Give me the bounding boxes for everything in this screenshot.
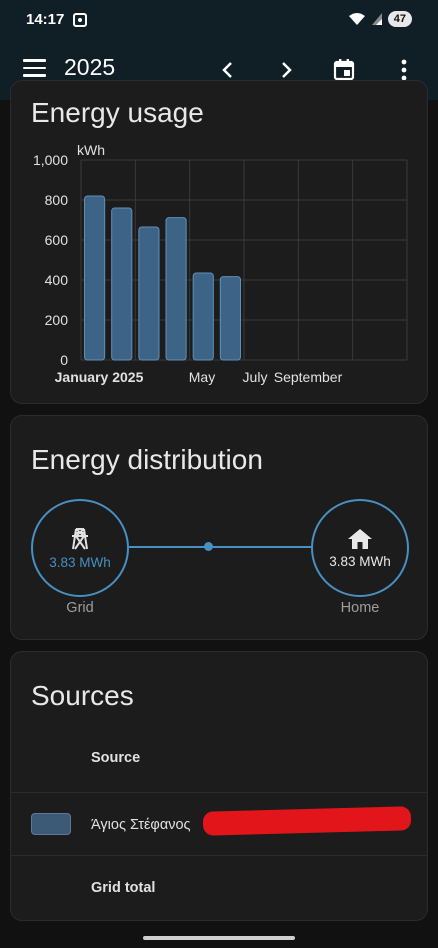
menu-icon[interactable]: [23, 59, 46, 77]
page-title: 2025: [64, 54, 116, 80]
more-vertical-icon: [401, 59, 407, 81]
grid-value: 3.83 MWh: [49, 554, 111, 570]
source-color-swatch: [31, 813, 71, 835]
screenshot-indicator-icon: [73, 13, 87, 27]
status-time: 14:17: [26, 11, 65, 28]
home-value: 3.83 MWh: [329, 553, 391, 569]
usage-bar: [138, 226, 160, 361]
y-tick-label: 800: [45, 192, 69, 208]
grid-node[interactable]: 3.83 MWh: [31, 499, 129, 597]
home-node[interactable]: 3.83 MWh: [311, 499, 409, 597]
grid-total-label: Grid total: [91, 880, 156, 896]
usage-bar: [84, 195, 106, 361]
energy-distribution-card: Energy distribution 3.83 MWh Grid 3.83 M…: [10, 415, 428, 640]
grid-to-home-flow-line: [129, 546, 312, 548]
home-icon: [348, 528, 372, 549]
table-divider: [11, 855, 427, 856]
redaction-mark: [202, 806, 412, 836]
y-axis-unit-label: kWh: [77, 142, 105, 158]
signal-icon: [371, 13, 382, 25]
y-tick-label: 400: [45, 272, 69, 288]
y-tick-label: 200: [45, 312, 69, 328]
y-tick-label: 1,000: [33, 152, 68, 168]
energy-usage-chart: kWh 1,000 800 600 400 200 0January 2025 May July…: [33, 142, 408, 385]
flow-dot: [204, 542, 213, 551]
wifi-icon: [348, 13, 365, 25]
energy-usage-card: Energy usage kWh 1,000 800 600 400 200 0 Januar…: [10, 80, 428, 404]
status-bar: 14:17 47: [0, 0, 438, 40]
y-tick-label: 0: [60, 352, 68, 368]
usage-bar: [192, 272, 214, 361]
transmission-tower-icon: [72, 527, 88, 550]
table-divider: [11, 792, 427, 793]
chevron-right-icon: [282, 62, 292, 78]
sources-card: Sources Source Άγιος Στέφανος Grid total: [10, 651, 428, 921]
chevron-left-icon: [222, 62, 232, 78]
energy-distribution-title: Energy distribution: [31, 444, 263, 475]
sources-title: Sources: [31, 680, 134, 711]
usage-bar: [219, 276, 241, 361]
home-label: Home: [340, 600, 380, 616]
grid-label: Grid: [66, 600, 94, 616]
y-tick-label: 600: [45, 232, 69, 248]
source-column-header[interactable]: Source: [91, 750, 140, 766]
source-name: Άγιος Στέφανος: [91, 817, 191, 833]
x-tick-label: May: [189, 369, 215, 385]
gesture-nav-handle[interactable]: [143, 936, 295, 940]
x-tick-label: July: [243, 369, 268, 385]
usage-bar: [165, 217, 187, 361]
battery-badge: 47: [387, 11, 412, 27]
calendar-icon: [333, 59, 355, 81]
usage-bar: [111, 207, 133, 361]
x-tick-label: January 2025: [55, 369, 144, 385]
x-tick-label: September: [274, 369, 343, 385]
